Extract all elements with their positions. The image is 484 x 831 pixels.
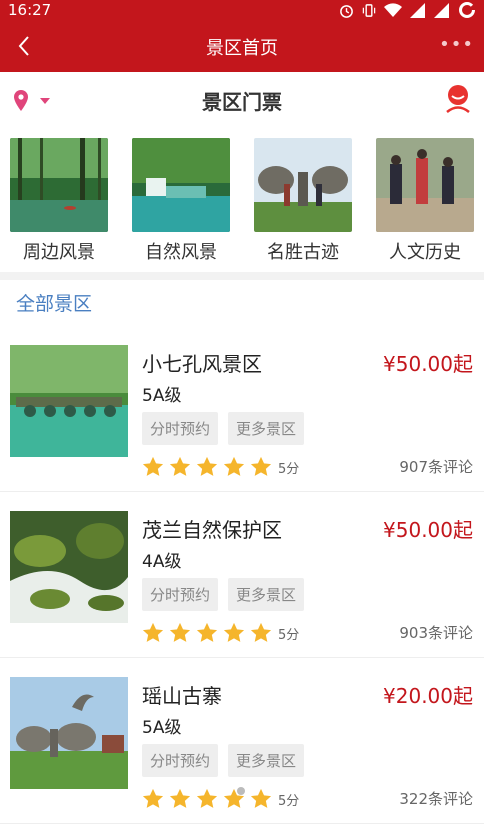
- vibrate-icon: [362, 3, 376, 17]
- status-time: 16:27: [8, 1, 52, 19]
- category-historic[interactable]: 名胜古迹: [254, 138, 352, 272]
- scenic-thumbnail: [10, 677, 128, 789]
- scenic-price: ¥20.00起: [383, 684, 473, 708]
- star-icon: [223, 622, 245, 642]
- category-label: 名胜古迹: [267, 242, 339, 263]
- tag-group: 分时预约 更多景区: [142, 578, 305, 611]
- category-nature[interactable]: 自然风景: [132, 138, 230, 272]
- star-rating: 5分: [142, 622, 299, 644]
- timed-booking-tag[interactable]: 分时预约: [142, 744, 219, 777]
- status-bar: 16:27: [0, 0, 484, 20]
- tag-group: 分时预约 更多景区: [142, 412, 305, 445]
- category-image: [132, 138, 230, 232]
- more-scenic-tag[interactable]: 更多景区: [228, 744, 305, 777]
- category-culture[interactable]: 人文历史: [376, 138, 474, 272]
- category-label: 自然风景: [145, 242, 217, 263]
- category-label: 人文历史: [389, 242, 461, 263]
- section-header-title: 景区门票: [202, 90, 282, 114]
- section-divider: [0, 272, 484, 280]
- list-item[interactable]: 瑶山古寨 ¥20.00起 5A级 分时预约 更多景区 5分 322条评论: [0, 658, 484, 824]
- scenic-grade: 5A级: [142, 718, 182, 738]
- category-label: 周边风景: [23, 242, 95, 263]
- star-icon: [142, 456, 164, 476]
- star-icon: [142, 622, 164, 642]
- star-icon: [169, 622, 191, 642]
- review-count[interactable]: 903条评论: [399, 622, 473, 643]
- rating-score: 5分: [278, 627, 300, 643]
- scenic-grade: 5A级: [142, 386, 182, 406]
- nav-bar: 景区首页 •••: [0, 20, 484, 72]
- star-icon: [196, 456, 218, 476]
- tag-group: 分时预约 更多景区: [142, 744, 305, 777]
- category-image: [10, 138, 108, 232]
- alarm-icon: [340, 4, 353, 18]
- user-icon[interactable]: [444, 84, 472, 114]
- scenic-price: ¥50.00起: [383, 352, 473, 376]
- scenic-thumbnail: [10, 345, 128, 457]
- star-icon: [196, 622, 218, 642]
- star-icon: [250, 622, 272, 642]
- scenic-name: 小七孔风景区: [142, 352, 262, 376]
- all-scenic-header[interactable]: 全部景区: [16, 289, 92, 316]
- star-icon: [250, 456, 272, 476]
- battery-icon: [459, 2, 475, 18]
- list-item[interactable]: 小七孔风景区 ¥50.00起 5A级 分时预约 更多景区 5分 907条评论: [0, 326, 484, 492]
- star-rating: 5分: [142, 788, 299, 810]
- scenic-thumbnail: [10, 511, 128, 623]
- review-count[interactable]: 907条评论: [399, 456, 473, 477]
- list-item[interactable]: 茂兰自然保护区 ¥50.00起 4A级 分时预约 更多景区 5分 903条评论: [0, 492, 484, 658]
- scenic-name: 茂兰自然保护区: [142, 518, 282, 542]
- signal-icon: [410, 2, 425, 18]
- more-scenic-tag[interactable]: 更多景区: [228, 412, 305, 445]
- timed-booking-tag[interactable]: 分时预约: [142, 578, 219, 611]
- category-nearby[interactable]: 周边风景: [10, 138, 108, 272]
- more-icon[interactable]: •••: [439, 34, 474, 55]
- star-icon: [196, 788, 218, 808]
- star-icon: [169, 788, 191, 808]
- scroll-indicator-dot: [237, 787, 245, 795]
- category-row: 周边风景 自然风景 名胜古迹 人文历史: [0, 126, 484, 272]
- scenic-list: 小七孔风景区 ¥50.00起 5A级 分时预约 更多景区 5分 907条评论 茂…: [0, 326, 484, 824]
- more-scenic-tag[interactable]: 更多景区: [228, 578, 305, 611]
- rating-score: 5分: [278, 793, 300, 809]
- wifi-icon: [384, 2, 402, 17]
- signal-2-icon: [434, 2, 449, 18]
- star-icon: [169, 456, 191, 476]
- scenic-price: ¥50.00起: [383, 518, 473, 542]
- category-image: [254, 138, 352, 232]
- status-icons: [339, 2, 476, 18]
- star-rating: 5分: [142, 456, 299, 478]
- sub-header: 景区门票: [0, 72, 484, 126]
- page-title: 景区首页: [206, 38, 278, 59]
- star-icon: [142, 788, 164, 808]
- rating-score: 5分: [278, 461, 300, 477]
- star-icon: [223, 456, 245, 476]
- timed-booking-tag[interactable]: 分时预约: [142, 412, 219, 445]
- category-image: [376, 138, 474, 232]
- star-icon: [250, 788, 272, 808]
- scenic-grade: 4A级: [142, 552, 182, 572]
- review-count[interactable]: 322条评论: [399, 788, 473, 809]
- scenic-name: 瑶山古寨: [142, 684, 222, 708]
